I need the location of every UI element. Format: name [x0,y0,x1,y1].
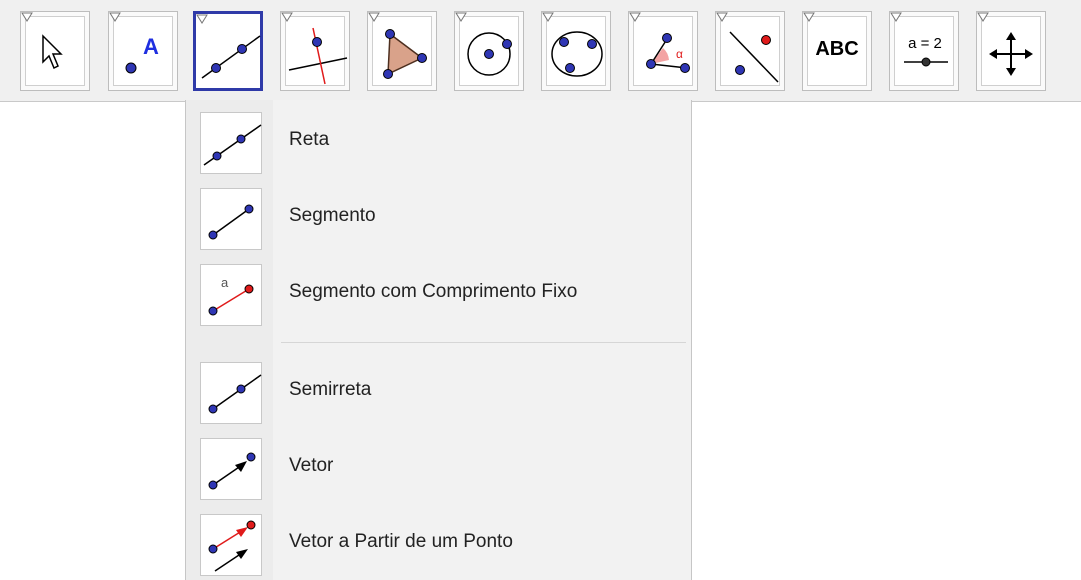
perpendicular-line-tool-button[interactable] [280,11,350,91]
menu-item-segmento[interactable]: Segmento [186,182,693,252]
slider-icon: a = 2 [904,35,948,67]
circle-three-points-icon [551,31,603,77]
circle-three-points-tool-button[interactable] [541,11,611,91]
angle-icon: α [646,33,690,73]
arrow-cursor-icon [42,34,63,70]
dropdown-triangle-icon [716,12,728,22]
point-icon: A [125,34,159,74]
menu-item-vetor-a-partir-de-um-ponto[interactable]: Vetor a Partir de um Ponto [186,508,693,578]
text-icon: ABC [815,38,859,60]
slider-icon-label: a = 2 [908,35,942,52]
menu-item-vetor[interactable]: Vetor [186,432,693,502]
dropdown-triangle-icon [109,12,121,22]
toolbar: A α ABC a = 2 [0,0,1081,102]
line-tools-submenu: Reta Segmento a Segmento com Comprimento… [185,100,692,580]
menu-item-segmento-comprimento-fixo[interactable]: a Segmento com Comprimento Fixo [186,258,693,328]
vector-from-point-icon [200,514,262,576]
move-graphics-view-tool-button[interactable] [976,11,1046,91]
text-tool-button[interactable]: ABC [802,11,872,91]
segment-fixed-length-icon-label: a [221,275,229,290]
polygon-icon [383,29,427,79]
dropdown-triangle-icon [368,12,380,22]
dropdown-triangle-icon [629,12,641,22]
angle-icon-label: α [676,47,683,61]
menu-item-reta[interactable]: Reta [186,106,693,176]
vector-icon [200,438,262,500]
point-icon-label: A [143,34,159,59]
slider-tool-button[interactable]: a = 2 [889,11,959,91]
dropdown-triangle-icon [542,12,554,22]
menu-item-label: Vetor a Partir de um Ponto [289,531,513,552]
line-tool-button[interactable] [193,11,263,91]
menu-item-label: Vetor [289,455,334,476]
menu-item-label: Semirreta [289,379,372,400]
menu-item-label: Segmento com Comprimento Fixo [289,281,578,302]
dropdown-triangle-icon [21,12,33,22]
move-graphics-view-icon [989,32,1033,76]
menu-separator [281,342,686,343]
dropdown-triangle-icon [803,12,815,22]
line-through-two-points-icon [201,35,261,79]
segment-fixed-length-icon: a [200,264,262,326]
dropdown-triangle-icon [196,14,208,24]
reflect-about-line-icon [729,31,779,83]
ray-icon [200,362,262,424]
dropdown-triangle-icon [281,12,293,22]
point-tool-button[interactable]: A [108,11,178,91]
dropdown-triangle-icon [977,12,989,22]
circle-tool-button[interactable] [454,11,524,91]
reflect-tool-button[interactable] [715,11,785,91]
menu-item-label: Reta [289,129,330,150]
dropdown-triangle-icon [455,12,467,22]
perpendicular-line-icon [288,27,348,85]
angle-tool-button[interactable]: α [628,11,698,91]
dropdown-triangle-icon [890,12,902,22]
circle-center-point-icon [467,32,512,76]
menu-item-label: Segmento [289,205,376,226]
line-icon [200,112,262,174]
menu-item-semirreta[interactable]: Semirreta [186,356,693,426]
segment-icon [200,188,262,250]
move-tool-button[interactable] [20,11,90,91]
polygon-tool-button[interactable] [367,11,437,91]
